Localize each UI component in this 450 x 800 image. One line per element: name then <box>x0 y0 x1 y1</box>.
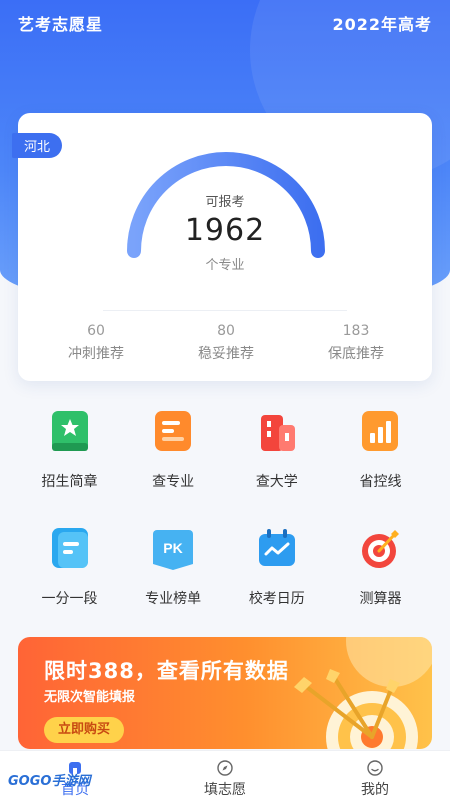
feature-label: 查大学 <box>255 474 298 490</box>
feature-calculator[interactable]: 测算器 <box>329 520 432 637</box>
top-bar: 艺考志愿星 2022年高考 <box>18 10 432 36</box>
banner-title: 限时388，查看所有数据 <box>44 659 289 683</box>
tab-profile[interactable]: 我的 <box>315 751 435 799</box>
site-watermark: GOGO手游网 <box>8 774 91 789</box>
exam-year-label[interactable]: 2022年高考 <box>332 11 432 35</box>
svg-text:PK: PK <box>163 540 182 556</box>
stat-safety[interactable]: 183 保底推荐 <box>296 323 416 363</box>
divider <box>103 310 347 311</box>
stat-value: 183 <box>342 323 370 339</box>
major-search-icon <box>155 411 192 451</box>
feature-label: 专业榜单 <box>145 591 202 607</box>
stat-label: 保底推荐 <box>328 346 384 362</box>
feature-label: 一分一段 <box>41 591 98 607</box>
feature-exam-calendar[interactable]: 校考日历 <box>225 520 328 637</box>
summary-card[interactable]: 河北 可报考 1962 个专业 60 冲刺推荐 80 稳妥推荐 183 保底推荐 <box>12 113 432 381</box>
app-title: 艺考志愿星 <box>18 15 104 34</box>
tab-label: 我的 <box>361 782 389 798</box>
tab-fill-application[interactable]: 填志愿 <box>165 751 285 799</box>
feature-label: 测算器 <box>359 591 402 607</box>
buy-now-button[interactable]: 立即购买 <box>44 717 125 743</box>
pk-ranking-icon: PK <box>153 530 194 570</box>
stat-match[interactable]: 80 稳妥推荐 <box>166 323 286 363</box>
feature-major-ranking[interactable]: PK 专业榜单 <box>122 520 225 637</box>
total-majors-count: 1962 <box>184 213 266 248</box>
target-arrows-icon <box>294 637 432 749</box>
gauge-caption-bottom: 个专业 <box>205 258 245 273</box>
university-building-icon <box>260 415 295 451</box>
stat-label: 冲刺推荐 <box>68 346 124 362</box>
gauge-caption-top: 可报考 <box>205 195 245 210</box>
recommend-stats: 60 冲刺推荐 80 稳妥推荐 183 保底推荐 <box>36 323 416 363</box>
feature-province-line[interactable]: 省控线 <box>329 403 432 520</box>
feature-grid: 招生简章 查专业 查大学 省控线 一分一段 PK 专业榜单 校考日历 测算器 <box>18 403 432 637</box>
target-icon <box>362 530 400 568</box>
banner-subtitle: 无限次智能填报 <box>44 690 136 705</box>
province-badge[interactable]: 河北 <box>12 133 63 158</box>
admissions-book-icon <box>51 411 88 451</box>
score-segment-icon <box>51 528 88 568</box>
feature-search-major[interactable]: 查专业 <box>122 403 225 520</box>
bar-chart-icon <box>362 411 399 451</box>
feature-label: 招生简章 <box>41 474 98 490</box>
feature-label: 查专业 <box>152 474 195 490</box>
feature-score-segment[interactable]: 一分一段 <box>18 520 121 637</box>
tab-label: 填志愿 <box>204 782 246 798</box>
feature-label: 省控线 <box>359 474 402 490</box>
promo-banner[interactable]: 限时388，查看所有数据 无限次智能填报 立即购买 <box>18 637 432 749</box>
profile-icon <box>367 760 383 776</box>
calendar-icon <box>258 529 295 566</box>
compass-icon <box>217 760 233 776</box>
stat-value: 60 <box>87 323 105 339</box>
stat-reach[interactable]: 60 冲刺推荐 <box>36 323 156 363</box>
feature-label: 校考日历 <box>248 591 305 607</box>
stat-label: 稳妥推荐 <box>198 346 254 362</box>
stat-value: 80 <box>217 323 235 339</box>
feature-admissions-guide[interactable]: 招生简章 <box>18 403 121 520</box>
feature-search-university[interactable]: 查大学 <box>225 403 328 520</box>
